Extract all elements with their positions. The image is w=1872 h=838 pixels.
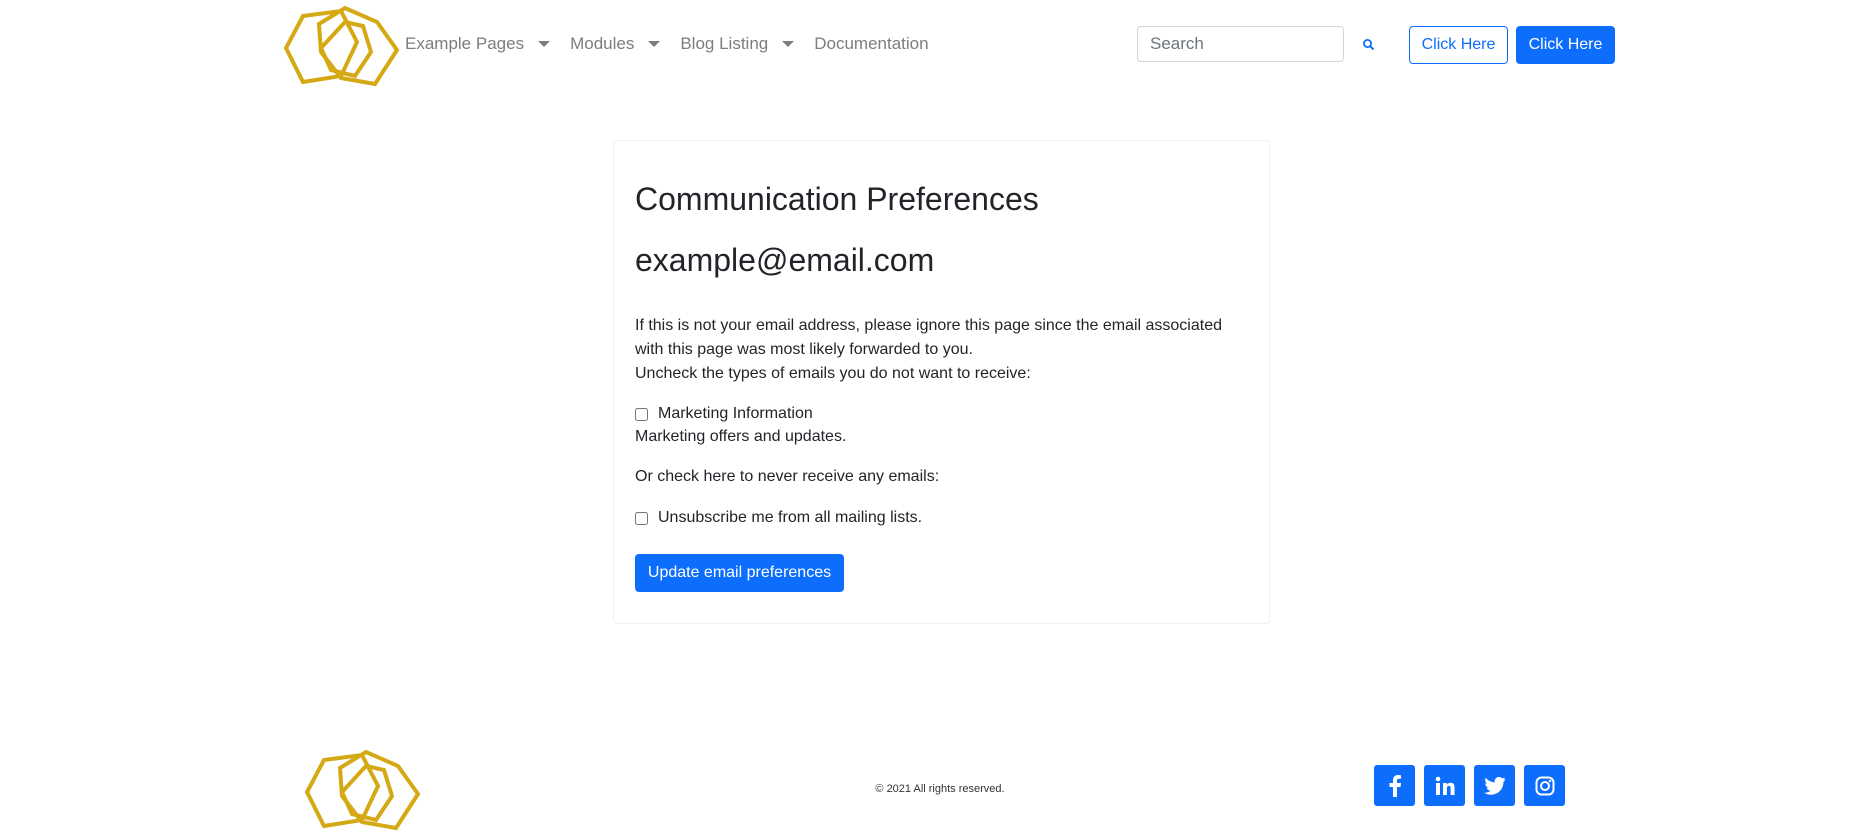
- unsubscribe-checkbox[interactable]: [635, 511, 648, 525]
- linkedin-icon[interactable]: [1424, 765, 1465, 806]
- chevron-down-icon: [538, 41, 551, 47]
- unsubscribe-prompt: Or check here to never receive any email…: [635, 468, 940, 485]
- unsubscribe-label: Unsubscribe me from all mailing lists.: [658, 509, 923, 526]
- click-here-primary-button[interactable]: Click Here: [1516, 26, 1615, 64]
- marketing-description: Marketing offers and updates.: [635, 428, 847, 445]
- nav-label: Example Pages: [405, 34, 525, 53]
- instagram-icon[interactable]: [1524, 765, 1565, 806]
- chevron-down-icon: [782, 41, 795, 47]
- update-preferences-button[interactable]: Update email preferences: [635, 554, 844, 592]
- preferences-card: Communication Preferences example@email.…: [613, 140, 1270, 624]
- site-logo[interactable]: [283, 6, 401, 88]
- copyright-text: © 2021 All rights reserved.: [875, 783, 1005, 795]
- search-icon[interactable]: [1362, 38, 1376, 52]
- marketing-option[interactable]: Marketing Information: [635, 405, 813, 423]
- nav-modules[interactable]: Modules: [570, 34, 661, 54]
- search-input[interactable]: [1137, 26, 1344, 62]
- nav-blog-listing[interactable]: Blog Listing: [680, 34, 795, 54]
- marketing-label: Marketing Information: [658, 405, 813, 422]
- footer-logo[interactable]: [304, 750, 422, 832]
- click-here-outline-button[interactable]: Click Here: [1409, 26, 1508, 64]
- chevron-down-icon: [648, 41, 661, 47]
- nav-label: Modules: [570, 34, 635, 53]
- unsubscribe-option[interactable]: Unsubscribe me from all mailing lists.: [635, 509, 922, 527]
- page-title: Communication Preferences: [635, 181, 1039, 217]
- email-address: example@email.com: [635, 242, 935, 278]
- nav-label: Documentation: [814, 34, 929, 53]
- facebook-icon[interactable]: [1374, 765, 1415, 806]
- intro-text: If this is not your email address, pleas…: [635, 314, 1255, 386]
- intro-line: Uncheck the types of emails you do not w…: [635, 365, 1031, 382]
- nav-label: Blog Listing: [680, 34, 769, 53]
- intro-line: with this page was most likely forwarded…: [635, 341, 973, 358]
- intro-line: If this is not your email address, pleas…: [635, 317, 1222, 334]
- twitter-icon[interactable]: [1474, 765, 1515, 806]
- nav-example-pages[interactable]: Example Pages: [405, 34, 551, 54]
- main-nav: Example Pages Modules Blog Listing Docum…: [405, 34, 929, 54]
- nav-documentation[interactable]: Documentation: [814, 34, 928, 54]
- marketing-checkbox[interactable]: [635, 407, 648, 421]
